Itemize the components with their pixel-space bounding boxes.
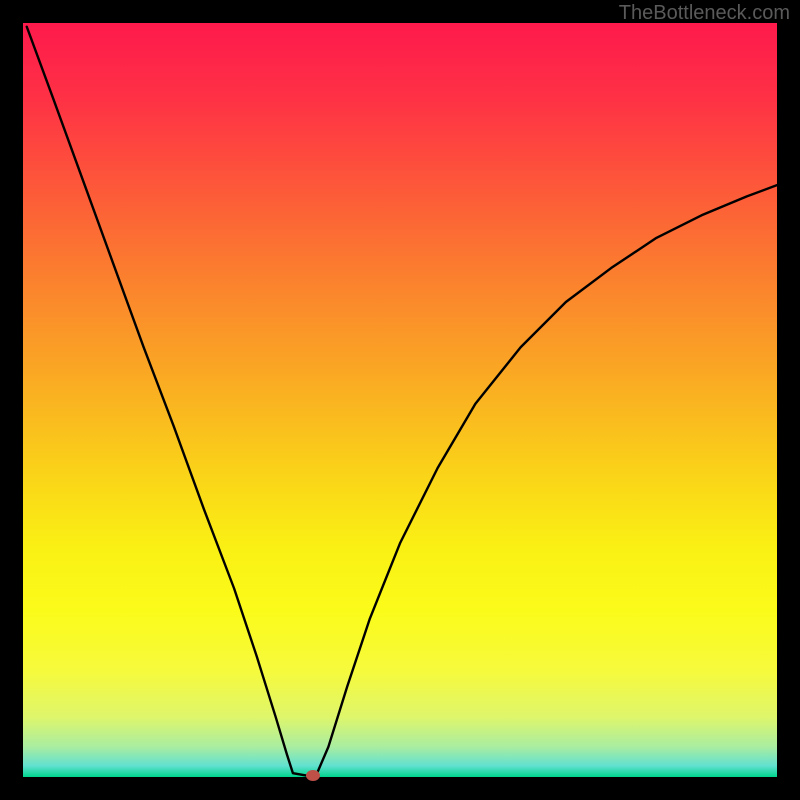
- optimal-point-marker: [306, 770, 320, 781]
- gradient-background: [23, 23, 777, 777]
- plot-area: [23, 23, 777, 777]
- chart-svg: [23, 23, 777, 777]
- watermark-text: TheBottleneck.com: [619, 2, 790, 25]
